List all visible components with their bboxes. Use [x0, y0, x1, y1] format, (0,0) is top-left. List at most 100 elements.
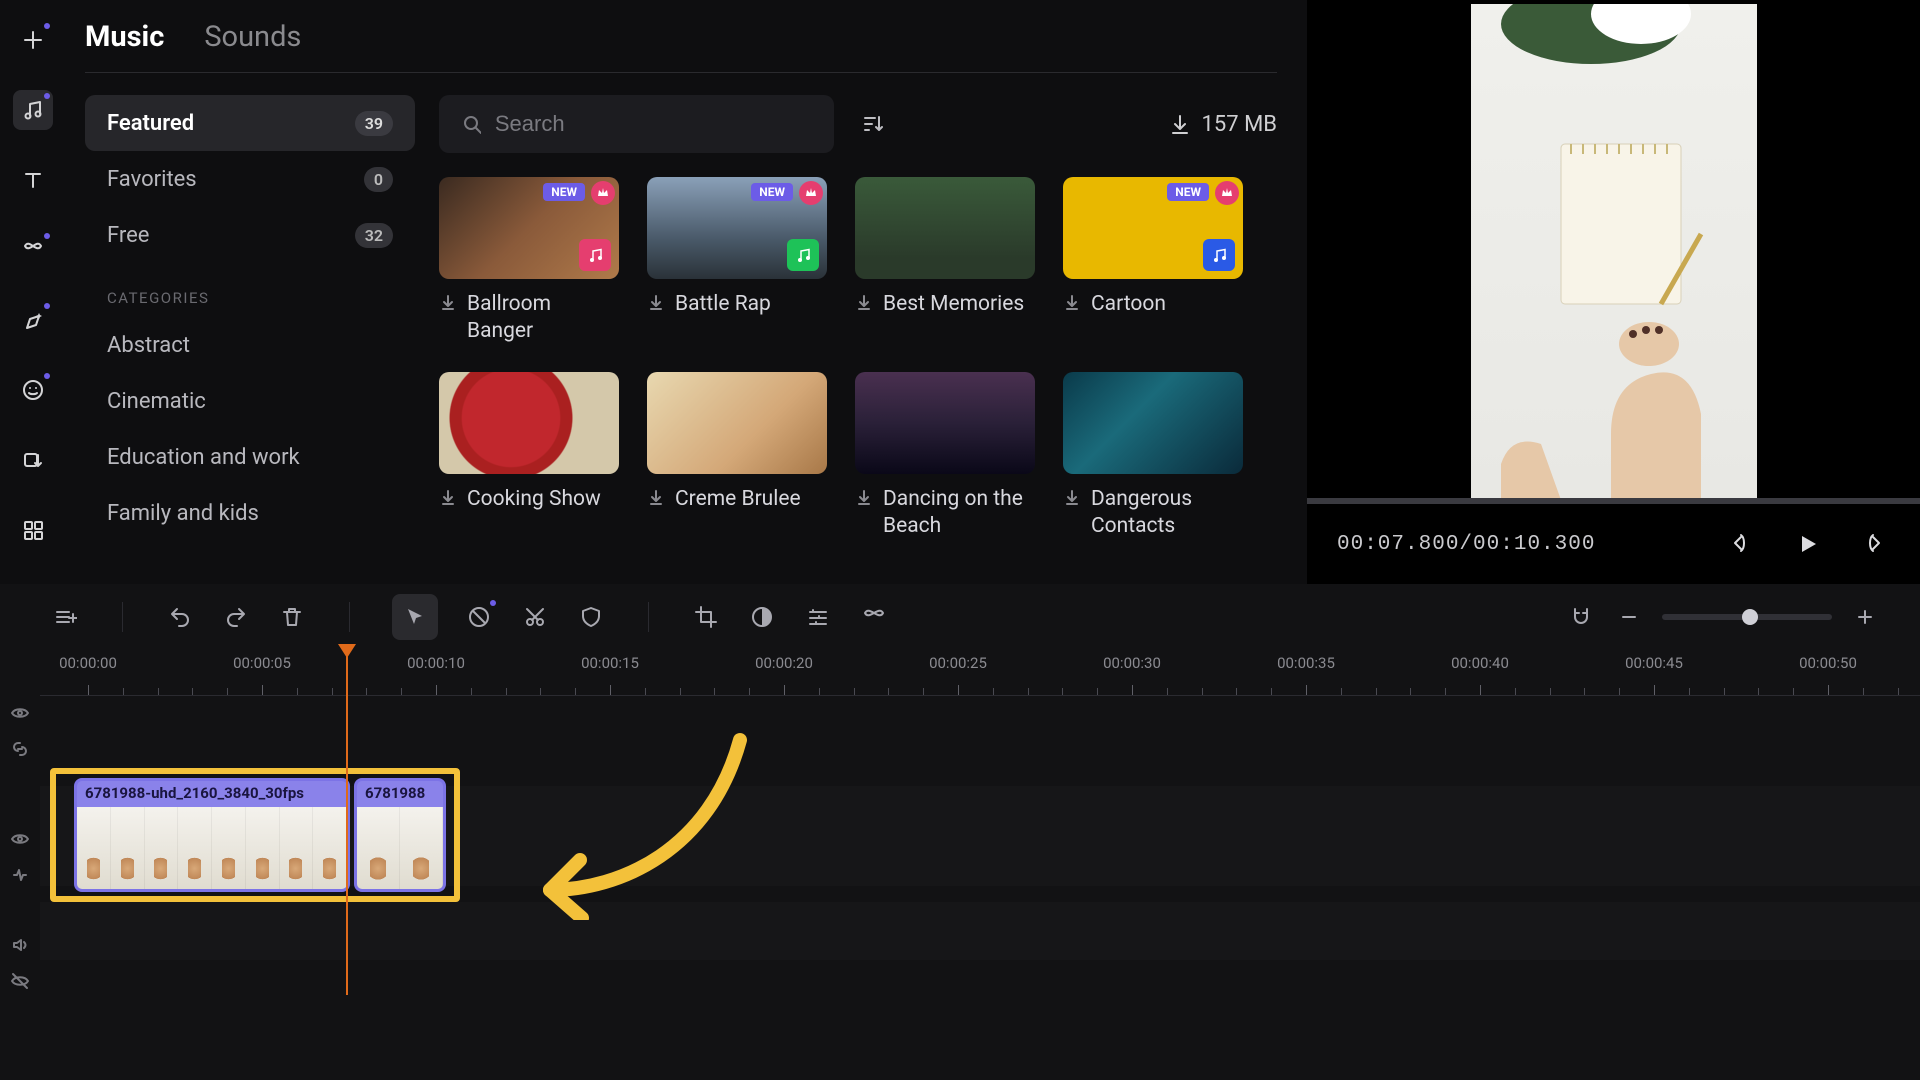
ruler-mark: 00:00:20: [755, 654, 813, 672]
track-title: Creme Brulee: [675, 486, 801, 513]
category-label: Education and work: [107, 445, 300, 470]
category-education[interactable]: Education and work: [85, 429, 415, 485]
timeline-clip[interactable]: 6781988: [354, 778, 446, 892]
track-fx-icon[interactable]: [9, 864, 31, 886]
eye-icon[interactable]: [9, 702, 31, 724]
track-eye-icon[interactable]: [9, 828, 31, 850]
preview-scrubbar[interactable]: [1307, 498, 1920, 504]
play-icon[interactable]: [1794, 530, 1822, 558]
category-family[interactable]: Family and kids: [85, 485, 415, 541]
track-card[interactable]: Dancing on the Beach: [855, 372, 1035, 541]
undo-icon[interactable]: [165, 602, 195, 632]
download-size[interactable]: 157 MB: [1168, 112, 1277, 137]
download-icon[interactable]: [1063, 293, 1081, 311]
sidebar-item-label: Featured: [107, 111, 194, 136]
delete-icon[interactable]: [277, 602, 307, 632]
premium-icon: [591, 181, 615, 205]
disable-tool-icon[interactable]: [464, 602, 494, 632]
download-icon[interactable]: [647, 293, 665, 311]
audio-track-lane[interactable]: [40, 902, 1920, 960]
library-tabs: Music Sounds: [85, 20, 1277, 73]
zoom-in-icon[interactable]: [1850, 602, 1880, 632]
transitions-panel-icon[interactable]: [13, 230, 53, 270]
track-thumb[interactable]: [855, 177, 1035, 279]
sidebar-item-free[interactable]: Free 32: [85, 207, 415, 263]
magnet-icon[interactable]: [1566, 602, 1596, 632]
music-panel-icon[interactable]: [13, 90, 53, 130]
audio-icon[interactable]: [9, 934, 31, 956]
track-card[interactable]: NEWCartoon: [1063, 177, 1243, 346]
download-icon[interactable]: [855, 488, 873, 506]
preview-video[interactable]: [1471, 4, 1757, 500]
effects-panel-icon[interactable]: [13, 300, 53, 340]
track-title: Cooking Show: [467, 486, 601, 513]
next-frame-icon[interactable]: [1862, 530, 1890, 558]
export-panel-icon[interactable]: [13, 440, 53, 480]
color-adjust-icon[interactable]: [747, 602, 777, 632]
preview-controls: 00:07.800/00:10.300: [1307, 504, 1920, 584]
track-thumb[interactable]: NEW: [439, 177, 619, 279]
track-card[interactable]: Creme Brulee: [647, 372, 827, 541]
search-input[interactable]: [495, 111, 812, 137]
crop-icon[interactable]: [691, 602, 721, 632]
download-size-value: 157 MB: [1202, 112, 1277, 137]
add-track-icon[interactable]: [50, 602, 80, 632]
track-thumb[interactable]: [439, 372, 619, 474]
categories-header: CATEGORIES: [107, 289, 415, 307]
track-card[interactable]: NEWBattle Rap: [647, 177, 827, 346]
sidebar-item-favorites[interactable]: Favorites 0: [85, 151, 415, 207]
track-thumb[interactable]: NEW: [647, 177, 827, 279]
track-thumb[interactable]: [647, 372, 827, 474]
track-card[interactable]: NEWBallroom Banger: [439, 177, 619, 346]
ruler-mark: 00:00:35: [1277, 654, 1335, 672]
category-abstract[interactable]: Abstract: [85, 317, 415, 373]
search-box[interactable]: [439, 95, 834, 153]
timeline-clip[interactable]: 6781988-uhd_2160_3840_30fps: [74, 778, 350, 892]
sidebar-item-featured[interactable]: Featured 39: [85, 95, 415, 151]
timeline-toolbar: [0, 584, 1920, 650]
cut-tool-icon[interactable]: [520, 602, 550, 632]
hide-icon[interactable]: [9, 970, 31, 992]
filters-icon[interactable]: [803, 602, 833, 632]
playhead[interactable]: [346, 650, 348, 995]
stickers-panel-icon[interactable]: [13, 370, 53, 410]
add-media-icon[interactable]: [13, 20, 53, 60]
category-label: Family and kids: [107, 501, 259, 526]
track-grid: NEWBallroom BangerNEWBattle Rap Best Memo…: [439, 177, 1277, 540]
select-tool-icon[interactable]: [392, 594, 438, 640]
zoom-slider[interactable]: [1662, 614, 1832, 620]
text-panel-icon[interactable]: [13, 160, 53, 200]
track-title: Best Memories: [883, 291, 1024, 318]
download-icon[interactable]: [439, 293, 457, 311]
track-card[interactable]: Cooking Show: [439, 372, 619, 541]
tab-music[interactable]: Music: [85, 20, 164, 54]
tab-sounds[interactable]: Sounds: [204, 20, 301, 54]
shield-tool-icon[interactable]: [576, 602, 606, 632]
search-icon: [461, 113, 481, 135]
download-icon[interactable]: [1063, 488, 1081, 506]
more-panels-icon[interactable]: [13, 510, 53, 550]
track-card[interactable]: Best Memories: [855, 177, 1035, 346]
track-card[interactable]: Dangerous Contacts: [1063, 372, 1243, 541]
ruler-mark: 00:00:30: [1103, 654, 1161, 672]
prev-frame-icon[interactable]: [1726, 530, 1754, 558]
track-thumb[interactable]: [855, 372, 1035, 474]
timeline-ruler[interactable]: 00:00:0000:00:0500:00:1000:00:1500:00:20…: [40, 650, 1920, 696]
zoom-out-icon[interactable]: [1614, 602, 1644, 632]
timecode-current: 00:07.800: [1337, 533, 1459, 556]
new-badge: NEW: [751, 183, 793, 201]
ruler-mark: 00:00:50: [1799, 654, 1857, 672]
new-badge: NEW: [543, 183, 585, 201]
track-thumb[interactable]: NEW: [1063, 177, 1243, 279]
category-cinematic[interactable]: Cinematic: [85, 373, 415, 429]
track-thumb[interactable]: [1063, 372, 1243, 474]
download-icon[interactable]: [855, 293, 873, 311]
left-rail: [0, 0, 65, 584]
sort-icon[interactable]: [856, 107, 890, 141]
download-icon[interactable]: [439, 488, 457, 506]
timeline-canvas[interactable]: 00:00:0000:00:0500:00:1000:00:1500:00:20…: [40, 650, 1920, 1046]
link-icon[interactable]: [9, 738, 31, 760]
download-icon[interactable]: [647, 488, 665, 506]
redo-icon[interactable]: [221, 602, 251, 632]
transition-icon[interactable]: [859, 602, 889, 632]
